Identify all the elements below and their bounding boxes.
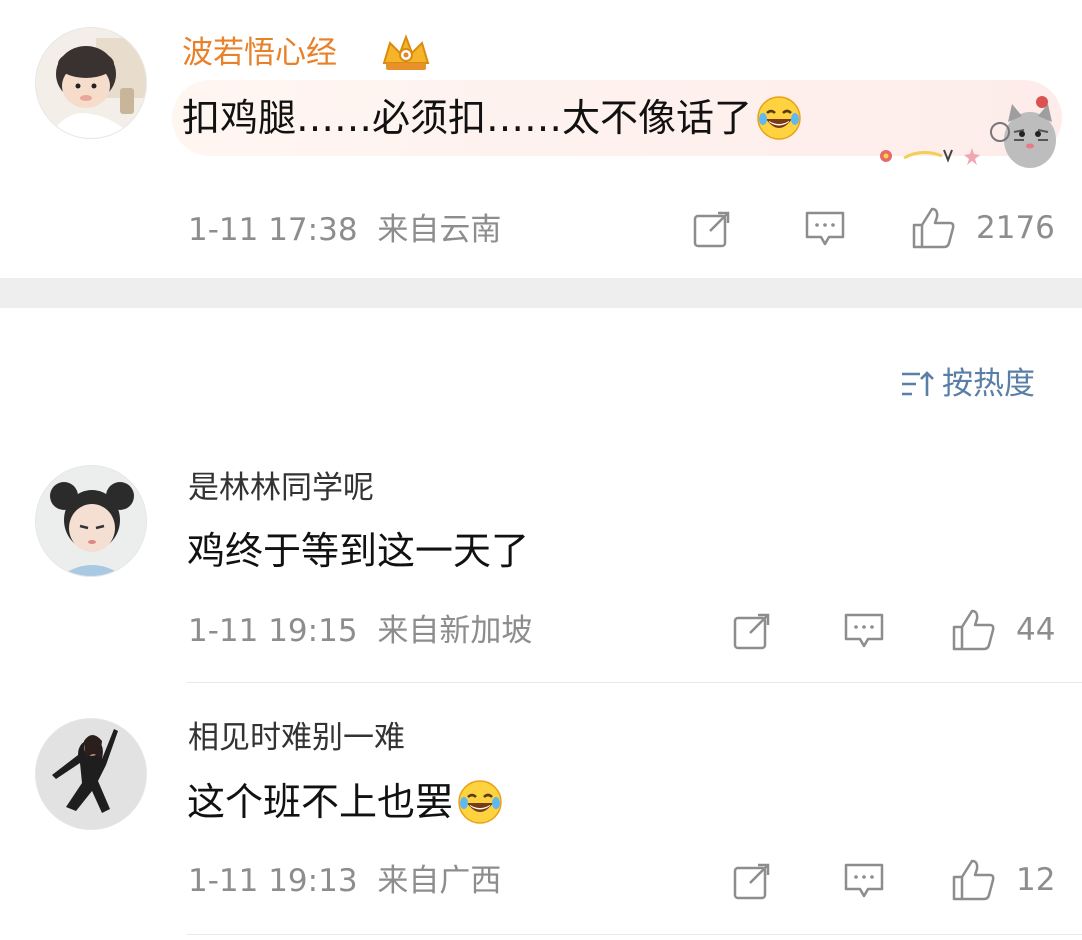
crown-badge-icon <box>382 34 430 70</box>
comment-icon[interactable] <box>804 209 846 249</box>
sort-icon <box>902 371 934 396</box>
repost-icon[interactable] <box>692 209 734 249</box>
comment-location: 来自新加坡 <box>377 613 533 649</box>
avatar-illustration <box>36 466 146 576</box>
sort-label: 按热度 <box>942 366 1035 402</box>
like-icon <box>952 859 995 901</box>
avatar-illustration <box>36 28 146 138</box>
comment-meta: 1-11 17:38 来自云南 <box>188 212 501 248</box>
laughing-tears-emoji <box>458 780 502 824</box>
comment-time: 1-11 17:38 <box>188 212 358 248</box>
username[interactable]: 是林林同学呢 <box>188 470 374 506</box>
username-vip[interactable]: 波若悟心经 <box>182 35 337 71</box>
comment-text: 这个班不上也罢 <box>187 779 503 825</box>
sort-button[interactable]: 按热度 <box>900 366 1035 402</box>
comment-meta: 1-11 19:15 来自新加坡 <box>188 613 532 649</box>
like-icon <box>952 609 995 651</box>
comment-text: 扣鸡腿……必须扣……太不像话了 <box>182 95 802 141</box>
comment-time: 1-11 19:13 <box>188 863 358 899</box>
comment-icon[interactable] <box>843 861 885 901</box>
laughing-tears-emoji <box>757 96 801 140</box>
repost-icon[interactable] <box>732 861 774 901</box>
avatar-illustration <box>36 719 146 829</box>
comment-divider <box>187 682 1082 683</box>
like-count: 12 <box>1016 862 1056 898</box>
comment-location: 来自广西 <box>377 863 502 899</box>
avatar[interactable] <box>35 465 147 577</box>
comment-icon[interactable] <box>843 611 885 651</box>
like-icon <box>912 207 955 249</box>
comment-text: 鸡终于等到这一天了 <box>187 529 529 573</box>
like-button[interactable]: 12 <box>950 857 1055 903</box>
comment-divider <box>187 934 1082 935</box>
comment-text-content: 鸡终于等到这一天了 <box>187 529 530 573</box>
avatar[interactable] <box>35 718 147 830</box>
like-button[interactable]: 44 <box>950 607 1055 653</box>
comment-time: 1-11 19:15 <box>188 613 358 649</box>
like-button[interactable]: 2176 <box>910 205 1055 251</box>
cat-decoration <box>880 96 1056 168</box>
username[interactable]: 相见时难别一难 <box>188 720 405 756</box>
comment-meta: 1-11 19:13 来自广西 <box>188 863 501 899</box>
like-count: 44 <box>1016 612 1056 648</box>
section-separator <box>0 278 1082 308</box>
comment-location: 来自云南 <box>377 212 502 248</box>
avatar[interactable] <box>35 27 147 139</box>
comment-text-content: 这个班不上也罢 <box>187 780 454 824</box>
comment-text-content: 扣鸡腿……必须扣……太不像话了 <box>182 96 753 140</box>
like-count: 2176 <box>976 210 1055 246</box>
repost-icon[interactable] <box>732 611 774 651</box>
